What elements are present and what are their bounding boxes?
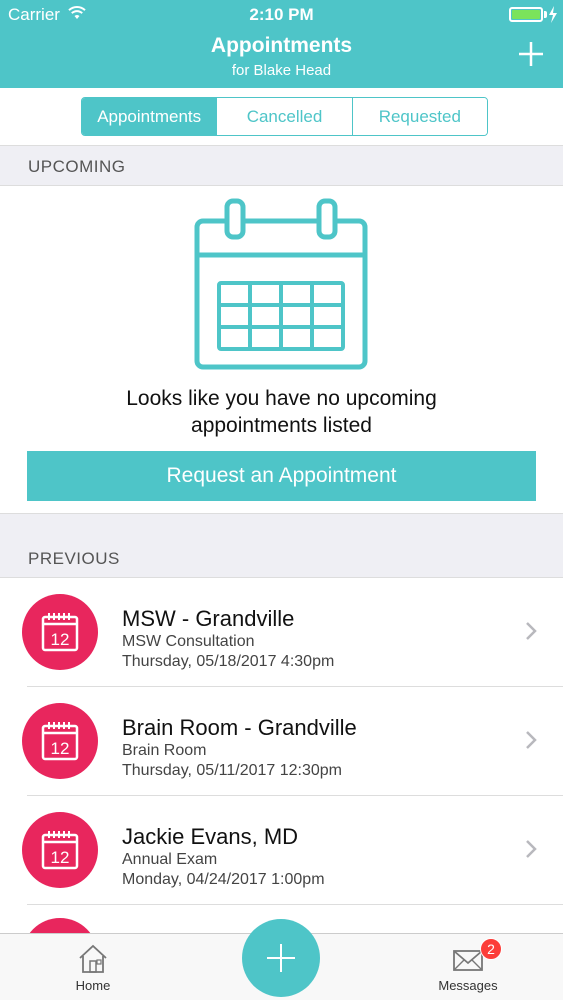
nav-header: Carrier 2:10 PM Appointments for Blake H…: [0, 0, 563, 88]
calendar-icon: [194, 198, 368, 370]
appointment-title: Brain Room - Grandville: [122, 715, 357, 740]
appointment-date: Thursday, 05/11/2017 12:30pm: [122, 762, 342, 779]
svg-text:12: 12: [51, 630, 70, 649]
appointment-date: Monday, 04/24/2017 1:00pm: [122, 871, 325, 888]
previous-appointments-list: 12 MSW - Grandville MSW Consultation Thu…: [0, 578, 563, 905]
charging-icon: [549, 6, 557, 23]
list-item[interactable]: 12 Brain Room - Grandville Brain Room Th…: [0, 687, 563, 796]
appointment-date: Thursday, 05/18/2017 4:30pm: [122, 653, 335, 670]
empty-message: Looks like you have no upcoming appointm…: [126, 387, 437, 437]
chevron-right-icon: [526, 622, 537, 640]
battery-icon: [509, 7, 543, 22]
tab-cancelled[interactable]: Cancelled: [216, 98, 352, 135]
upcoming-header-label: UPCOMING: [28, 157, 126, 176]
plus-icon: [267, 944, 295, 972]
list-item[interactable]: 12 MSW - Grandville MSW Consultation Thu…: [0, 578, 563, 687]
upcoming-empty-state: Looks like you have no upcoming appointm…: [0, 187, 563, 513]
appointment-title: MSW - Grandville: [122, 606, 295, 631]
svg-text:12: 12: [51, 739, 70, 758]
previous-header-label: PREVIOUS: [28, 549, 120, 568]
calendar-day-icon: 12: [41, 831, 79, 870]
add-button[interactable]: [242, 919, 320, 997]
segmented-control: Appointments Cancelled Requested: [81, 97, 488, 136]
page-subtitle: for Blake Head: [231, 62, 332, 79]
plus-icon[interactable]: [517, 40, 545, 68]
tab-home[interactable]: Home: [63, 944, 123, 993]
calendar-day-icon: 12: [41, 613, 79, 652]
list-item[interactable]: 12 Jackie Evans, MD Annual Exam Monday, …: [0, 796, 563, 905]
divider: [27, 904, 563, 905]
appointment-type: Annual Exam: [122, 851, 218, 868]
appointment-calendar-icon: 12: [22, 812, 98, 888]
status-bar: Carrier 2:10 PM: [0, 0, 563, 30]
segment-bar: Appointments Cancelled Requested: [0, 88, 563, 146]
appointment-calendar-icon: 12: [22, 594, 98, 670]
request-appointment-button[interactable]: Request an Appointment: [27, 451, 536, 501]
previous-section-header: PREVIOUS: [0, 513, 563, 578]
tab-home-label: Home: [75, 978, 111, 993]
chevron-right-icon: [526, 840, 537, 858]
messages-badge: 2: [480, 938, 502, 960]
appointment-calendar-icon: 12: [22, 703, 98, 779]
appointment-title: Jackie Evans, MD: [122, 824, 299, 849]
home-icon: [79, 944, 107, 973]
upcoming-section-header: UPCOMING: [0, 146, 563, 186]
battery-tip: [544, 11, 547, 18]
tab-messages-label: Messages: [438, 978, 498, 993]
tab-requested[interactable]: Requested: [351, 98, 487, 135]
tab-appointments[interactable]: Appointments: [82, 98, 217, 135]
chevron-right-icon: [526, 731, 537, 749]
svg-text:12: 12: [51, 848, 70, 867]
page-title: Appointments: [210, 34, 353, 57]
calendar-day-icon: 12: [41, 722, 79, 761]
status-time: 2:10 PM: [249, 5, 314, 24]
appointment-type: Brain Room: [122, 742, 207, 759]
appointment-type: MSW Consultation: [122, 633, 255, 650]
